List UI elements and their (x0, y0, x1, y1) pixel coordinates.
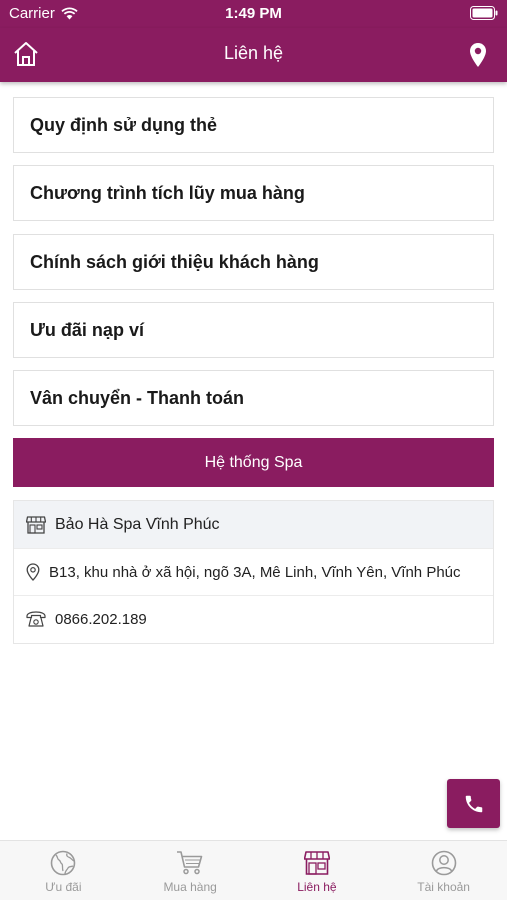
tab-bar: Ưu đãi Mua hàng Liên hệ Tài khoản (0, 840, 507, 900)
menu-item-label: Ưu đãi nạp ví (30, 319, 144, 340)
location-pin-icon (26, 563, 40, 581)
tab-shopping[interactable]: Mua hàng (127, 841, 254, 900)
telephone-icon (26, 611, 46, 627)
status-time: 1:49 PM (225, 5, 282, 22)
battery-icon (470, 6, 498, 20)
tab-label: Ưu đãi (45, 880, 82, 894)
menu-item-label: Vân chuyển - Thanh toán (30, 387, 245, 408)
phone-icon (465, 795, 482, 812)
status-bar: Carrier 1:49 PM (0, 0, 507, 28)
cart-icon (177, 851, 203, 875)
spa-name-row: Bảo Hà Spa Vĩnh Phúc (14, 501, 493, 548)
menu-item-wallet-offer[interactable]: Ưu đãi nạp ví (13, 302, 494, 358)
spa-system-header[interactable]: Hệ thống Spa (13, 438, 494, 487)
tab-contact[interactable]: Liên hệ (254, 841, 381, 900)
tab-label: Mua hàng (163, 880, 217, 894)
menu-item-referral-policy[interactable]: Chính sách giới thiệu khách hàng (13, 234, 494, 290)
store-icon (26, 515, 46, 534)
tab-offers[interactable]: Ưu đãi (0, 841, 127, 900)
spa-address-row: B13, khu nhà ở xã hội, ngõ 3A, Mê Linh, … (14, 548, 493, 595)
menu-item-shipping-payment[interactable]: Vân chuyển - Thanh toán (13, 370, 494, 426)
menu-item-label: Chương trình tích lũy mua hàng (30, 182, 305, 203)
tab-label: Tài khoản (417, 880, 470, 894)
spa-info-card: Bảo Hà Spa Vĩnh Phúc B13, khu nhà ở xã h… (13, 500, 494, 644)
spa-name: Bảo Hà Spa Vĩnh Phúc (55, 515, 220, 533)
call-button[interactable] (447, 779, 500, 828)
spa-address: B13, khu nhà ở xã hội, ngõ 3A, Mê Linh, … (49, 563, 461, 581)
spa-system-title: Hệ thống Spa (204, 453, 303, 471)
map-pin-icon[interactable] (469, 42, 487, 68)
menu-item-card-rules[interactable]: Quy định sử dụng thẻ (13, 97, 494, 153)
spa-phone: 0866.202.189 (55, 610, 147, 628)
menu-item-loyalty-program[interactable]: Chương trình tích lũy mua hàng (13, 165, 494, 221)
tab-label: Liên hệ (297, 880, 337, 894)
spa-phone-row[interactable]: 0866.202.189 (14, 595, 493, 642)
menu-item-label: Quy định sử dụng thẻ (30, 114, 218, 135)
user-icon (431, 850, 456, 876)
store-icon (303, 851, 330, 875)
nav-bar: Liên hệ (0, 28, 507, 82)
tab-account[interactable]: Tài khoản (380, 841, 507, 900)
menu-item-label: Chính sách giới thiệu khách hàng (30, 251, 319, 272)
globe-icon (51, 850, 76, 876)
page-title: Liên hệ (223, 43, 284, 63)
